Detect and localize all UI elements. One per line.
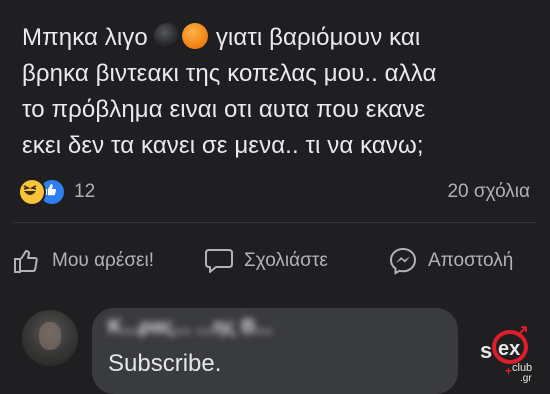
comment-button[interactable]: Σχολιάστε — [204, 244, 328, 278]
thumbs-up-icon — [14, 250, 38, 273]
comment-button-label: Σχολιάστε — [244, 250, 328, 271]
avatar[interactable] — [22, 310, 78, 366]
comments-count-link[interactable]: 20 σχόλια — [447, 181, 530, 203]
divider — [14, 222, 536, 223]
post-line-2: βρηκα βιντεακι της κοπελας μου.. αλλα — [22, 60, 437, 87]
female-symbol-icon: + — [505, 364, 513, 378]
post-line-1-end: γιατι βαριόμουν και — [215, 24, 421, 51]
reaction-count: 12 — [74, 181, 96, 202]
send-button-label: Αποστολή — [428, 250, 514, 271]
action-bar: Μου αρέσει! Σχολιάστε Αποστολή — [0, 244, 550, 278]
dark-ball-emoji — [153, 23, 180, 49]
avatar-face — [39, 322, 61, 350]
comment-text: Subscribe. — [108, 350, 222, 377]
like-button-label: Μου αρέσει! — [52, 250, 155, 271]
post-line-1-start: Μπηκα λιγο — [22, 24, 148, 51]
reactions-summary[interactable]: 12 — [18, 178, 96, 206]
watermark-letter-s: s — [480, 338, 493, 363]
post-line-4: εκει δεν τα κανει σε μενα.. τι να κανω; — [22, 132, 424, 159]
orange-ball-emoji — [181, 23, 208, 49]
comment-bubble[interactable]: Κ...ρας... ...ης Β... Subscribe. — [92, 308, 458, 394]
like-button[interactable]: Μου αρέσει! — [12, 244, 154, 278]
comment-item: Κ...ρας... ...ης Β... Subscribe. — [0, 300, 550, 394]
send-button[interactable]: Αποστολή — [388, 244, 513, 278]
watermark-logo: ↗ + s ex club .gr — [478, 322, 542, 384]
haha-reaction-icon — [18, 178, 46, 206]
post-line-1: Μπηκα λιγο γιατι βαριόμουν και — [22, 20, 532, 56]
post-line-3: το πρόβλημα ειναι οτι αυτα που εκανε — [22, 96, 426, 123]
watermark-domain: .gr — [520, 373, 532, 384]
comment-bubble-icon — [205, 249, 233, 273]
comment-author[interactable]: Κ...ρας... ...ης Β... — [108, 316, 272, 339]
watermark-letters-ex: ex — [498, 338, 521, 360]
messenger-icon — [389, 247, 417, 275]
post-text: Μπηκα λιγο γιατι βαριόμουν και βρηκα βιντ… — [22, 20, 532, 164]
